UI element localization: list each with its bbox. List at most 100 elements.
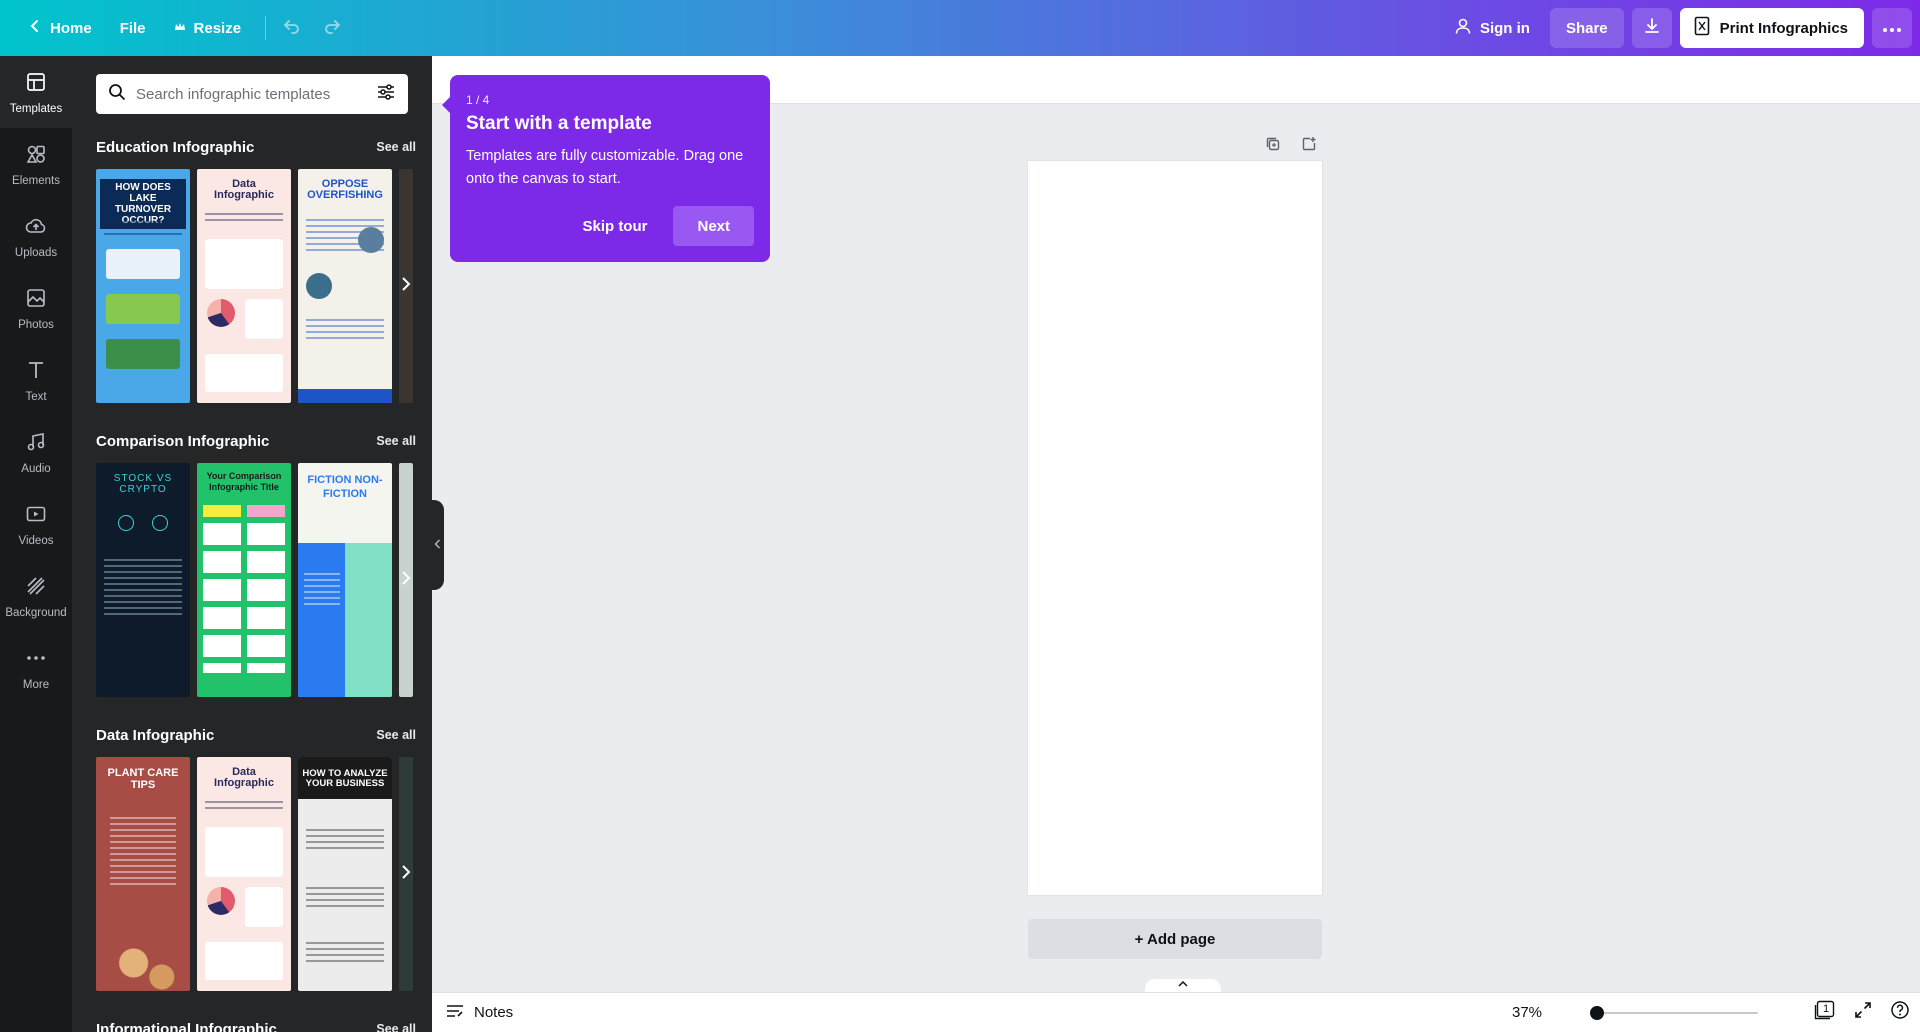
template-title: Data Infographic	[214, 766, 274, 789]
add-page-label: + Add page	[1134, 930, 1216, 948]
notes-label: Notes	[474, 1004, 514, 1021]
section-title: Data Infographic	[96, 726, 215, 744]
print-label: Print Infographics	[1719, 19, 1848, 37]
template-thumbnail[interactable]: OPPOSE OVERFISHING	[298, 169, 392, 403]
file-menu-button[interactable]: File	[106, 8, 160, 48]
tour-step-counter: 1 / 4	[466, 93, 490, 107]
rail-item-uploads[interactable]: Uploads	[0, 200, 72, 272]
onboarding-tour-popover: 1 / 4 Start with a template Templates ar…	[442, 75, 770, 262]
sign-in-label: Sign in	[1479, 19, 1530, 37]
rail-item-more[interactable]: More	[0, 632, 72, 704]
expand-icon	[1854, 1002, 1872, 1023]
templates-panel: Education Infographic See all HOW DOES L…	[72, 56, 432, 1032]
page-count: 1	[1823, 1003, 1830, 1015]
template-thumbnail[interactable]: FICTION NON-FICTION	[298, 463, 392, 697]
undo-button[interactable]	[272, 8, 312, 48]
template-thumbnail[interactable]: HOW TO ANALYZE YOUR BUSINESS	[298, 757, 392, 991]
section-data-infographic: Data Infographic See all PLANT CARE TIPS…	[96, 723, 416, 991]
notes-button[interactable]: Notes	[432, 1004, 513, 1022]
filter-icon[interactable]	[376, 83, 396, 106]
see-all-link[interactable]: See all	[376, 1022, 416, 1032]
add-page-button[interactable]: + Add page	[1028, 919, 1322, 959]
template-thumbnail[interactable]: HOW DOES LAKE TURNOVER OCCUR?	[96, 169, 190, 403]
page-count-button[interactable]: 1	[1814, 1000, 1836, 1025]
design-page-canvas[interactable]	[1028, 161, 1322, 895]
tour-title: Start with a template	[466, 113, 652, 134]
chevron-right-icon	[401, 570, 411, 591]
template-title: HOW TO ANALYZE YOUR BUSINESS	[302, 768, 388, 789]
download-icon	[1643, 17, 1661, 40]
rail-item-text[interactable]: Text	[0, 344, 72, 416]
rail-item-background[interactable]: Background	[0, 560, 72, 632]
collapse-panel-handle[interactable]	[430, 500, 444, 590]
duplicate-icon	[1262, 133, 1284, 155]
section-education-infographic: Education Infographic See all HOW DOES L…	[96, 135, 416, 403]
home-label: Home	[50, 19, 92, 37]
template-thumbnail[interactable]: Your Comparison Infographic Title	[197, 463, 291, 697]
template-thumbnail[interactable]: Data Infographic	[197, 757, 291, 991]
zoom-slider[interactable]	[1589, 1006, 1758, 1020]
carousel-next-arrow[interactable]	[396, 857, 416, 891]
template-thumbnail[interactable]: Data Infographic	[197, 169, 291, 403]
fullscreen-button[interactable]	[1854, 1001, 1872, 1024]
rail-label: More	[22, 678, 50, 691]
rail-item-elements[interactable]: Elements	[0, 128, 72, 200]
rail-label: Templates	[9, 102, 63, 115]
resize-button[interactable]: Resize	[160, 8, 256, 48]
rail-item-audio[interactable]: Audio	[0, 416, 72, 488]
redo-button[interactable]	[312, 8, 352, 48]
rail-label: Text	[25, 390, 47, 403]
print-infographics-button[interactable]: Print Infographics	[1679, 8, 1864, 48]
template-title: Data Infographic	[214, 178, 274, 201]
zoom-slider-knob[interactable]	[1589, 1006, 1604, 1020]
tour-body: Templates are fully customizable. Drag o…	[466, 148, 744, 187]
photos-icon	[24, 286, 48, 313]
chevron-left-icon	[28, 19, 42, 37]
redo-icon	[322, 16, 342, 41]
notes-icon	[446, 1004, 464, 1022]
next-button[interactable]: Next	[673, 206, 754, 246]
template-thumbnail[interactable]: STOCK VS CRYPTO	[96, 463, 190, 697]
template-title: FICTION NON-FICTION	[307, 474, 383, 500]
search-box	[96, 74, 408, 114]
section-header: Education Infographic See all	[96, 135, 416, 159]
share-button[interactable]: Share	[1549, 8, 1624, 48]
see-all-link[interactable]: See all	[376, 434, 416, 448]
carousel-next-arrow[interactable]	[396, 269, 416, 303]
duplicate-page-button[interactable]	[1262, 133, 1284, 155]
rail-item-videos[interactable]: Videos	[0, 488, 72, 560]
undo-icon	[282, 16, 302, 41]
template-thumbnail[interactable]: PLANT CARE TIPS	[96, 757, 190, 991]
rail-label: Background	[5, 606, 67, 619]
section-title: Comparison Infographic	[96, 432, 270, 450]
uploads-icon	[24, 214, 48, 241]
rail-item-photos[interactable]: Photos	[0, 272, 72, 344]
zoom-percentage[interactable]: 37%	[1512, 1004, 1542, 1021]
see-all-link[interactable]: See all	[376, 140, 416, 154]
template-title: Your Comparison Infographic Title	[206, 471, 282, 492]
crown-icon	[174, 20, 186, 37]
sign-in-button[interactable]: Sign in	[1442, 8, 1542, 48]
skip-tour-button[interactable]: Skip tour	[564, 206, 665, 246]
download-button[interactable]	[1631, 8, 1672, 48]
search-input[interactable]	[136, 85, 366, 103]
rail-label: Uploads	[14, 246, 58, 259]
more-options-button[interactable]	[1872, 8, 1912, 48]
user-icon	[1454, 17, 1472, 39]
page-tools	[1262, 133, 1320, 155]
carousel-next-arrow[interactable]	[396, 563, 416, 597]
help-icon	[1890, 1001, 1910, 1024]
template-title: STOCK VS CRYPTO	[113, 473, 173, 495]
section-header: Data Infographic See all	[96, 723, 416, 747]
more-icon	[24, 646, 48, 673]
see-all-link[interactable]: See all	[376, 728, 416, 742]
section-header: Comparison Infographic See all	[96, 429, 416, 453]
add-page-icon-button[interactable]	[1298, 133, 1320, 155]
home-button[interactable]: Home	[14, 8, 106, 48]
template-title: PLANT CARE TIPS	[107, 767, 179, 791]
template-carousel: STOCK VS CRYPTO Your Comparison Infograp…	[96, 463, 416, 697]
show-pages-toggle[interactable]	[1145, 979, 1221, 993]
help-button[interactable]	[1890, 1000, 1910, 1025]
rail-item-templates[interactable]: Templates	[0, 56, 72, 128]
section-comparison-infographic: Comparison Infographic See all STOCK VS …	[96, 429, 416, 697]
